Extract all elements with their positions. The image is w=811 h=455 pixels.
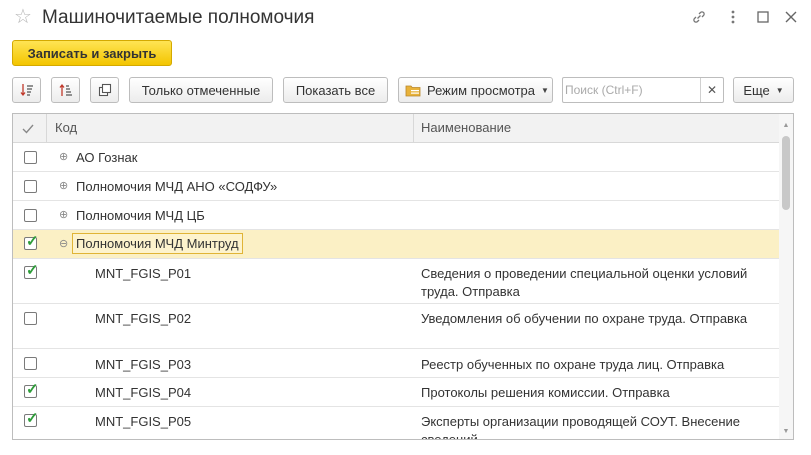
expand-plus-icon[interactable]: ⊕ — [59, 151, 68, 163]
mark-column-header-check-icon[interactable] — [21, 114, 35, 142]
row-code: Полномочия МЧД ЦБ — [76, 208, 205, 223]
favorite-star-icon[interactable]: ☆ — [14, 6, 32, 28]
title-bar: ☆ Машиночитаемые полномочия — [0, 0, 811, 36]
table-row[interactable]: ⊕ Полномочия МЧД ЦБ — [13, 201, 779, 230]
link-icon[interactable] — [690, 8, 708, 26]
row-name: Эксперты организации проводящей СОУТ. Вн… — [421, 414, 741, 440]
copy-icon — [98, 83, 111, 97]
row-code: MNT_FGIS_P04 — [95, 385, 192, 400]
close-icon[interactable] — [782, 8, 800, 26]
vertical-scrollbar[interactable]: ▲ ▼ — [779, 114, 793, 439]
row-checkbox[interactable] — [24, 209, 37, 222]
more-actions-icon[interactable] — [724, 8, 742, 26]
table-row[interactable]: MNT_FGIS_P03 Реестр обученных по охране … — [13, 349, 779, 378]
view-mode-icon — [405, 85, 421, 97]
view-mode-dropdown[interactable]: Режим просмотра ▼ — [398, 77, 553, 103]
row-code: MNT_FGIS_P01 — [95, 266, 192, 281]
window-title: Машиночитаемые полномочия — [42, 7, 315, 28]
row-checkbox[interactable]: ✓ — [24, 410, 39, 427]
more-button[interactable]: Еще ▼ — [733, 77, 794, 103]
expand-plus-icon[interactable]: ⊕ — [59, 180, 68, 192]
scroll-down-icon[interactable]: ▼ — [782, 428, 790, 435]
view-mode-label: Режим просмотра — [427, 82, 535, 98]
show-all-button[interactable]: Показать все — [283, 77, 388, 103]
row-name: Уведомления об обучении по охране труда.… — [421, 311, 748, 326]
row-checkbox[interactable]: ✓ — [24, 381, 39, 398]
row-checkbox[interactable] — [24, 180, 37, 193]
table-row[interactable]: ✓ MNT_FGIS_P04 Протоколы решения комисси… — [13, 378, 779, 407]
sort-descending-icon — [19, 84, 33, 97]
collapse-minus-icon[interactable]: ⊖ — [59, 238, 68, 250]
column-header-code[interactable]: Код — [55, 114, 77, 142]
more-button-label: Еще — [743, 82, 770, 98]
table-row[interactable]: MNT_FGIS_P02 Уведомления об обучении по … — [13, 304, 779, 349]
permissions-table: Код Наименование ⊕ АО Гознак ⊕ Полномочи… — [12, 113, 794, 440]
row-code: MNT_FGIS_P02 — [95, 311, 192, 326]
row-code: MNT_FGIS_P03 — [95, 357, 192, 372]
row-name: Сведения о проведении специальной оценки… — [421, 266, 748, 299]
row-checkbox[interactable]: ✓ — [24, 233, 39, 250]
maximize-icon[interactable] — [754, 8, 772, 26]
clear-search-icon[interactable]: ✕ — [700, 78, 723, 102]
chevron-down-icon: ▼ — [775, 85, 784, 95]
table-row[interactable]: ⊕ АО Гознак — [13, 143, 779, 172]
search-field[interactable]: ✕ — [562, 77, 724, 103]
checkmark-icon: ✓ — [26, 262, 39, 279]
scrollbar-thumb[interactable] — [782, 136, 790, 210]
save-and-close-button[interactable]: Записать и закрыть — [12, 40, 172, 66]
row-name: Протоколы решения комиссии. Отправка — [421, 385, 670, 400]
row-code: Полномочия МЧД Минтруд — [72, 233, 243, 254]
copy-button[interactable] — [90, 77, 119, 103]
column-header-name[interactable]: Наименование — [421, 114, 511, 142]
checkmark-icon: ✓ — [26, 410, 39, 427]
row-checkbox[interactable] — [24, 312, 37, 325]
row-checkbox[interactable]: ✓ — [24, 262, 39, 279]
row-checkbox[interactable] — [24, 151, 37, 164]
checkmark-icon: ✓ — [26, 381, 39, 398]
sort-ascending-icon — [58, 83, 72, 96]
column-separator — [46, 114, 47, 142]
row-code: MNT_FGIS_P05 — [95, 414, 192, 429]
chevron-down-icon: ▼ — [541, 85, 549, 95]
column-separator — [413, 114, 414, 142]
only-marked-button[interactable]: Только отмеченные — [129, 77, 273, 103]
row-code: АО Гознак — [76, 150, 138, 165]
table-row[interactable]: ⊕ Полномочия МЧД АНО «СОДФУ» — [13, 172, 779, 201]
table-row[interactable]: ✓ MNT_FGIS_P01 Сведения о проведении спе… — [13, 259, 779, 304]
table-row[interactable]: ✓ MNT_FGIS_P05 Эксперты организации пров… — [13, 407, 779, 440]
table-row-selected[interactable]: ✓ ⊖ Полномочия МЧД Минтруд — [13, 230, 779, 259]
sort-descending-button[interactable] — [12, 77, 41, 103]
scroll-up-icon[interactable]: ▲ — [782, 122, 790, 129]
search-input[interactable] — [565, 81, 695, 99]
row-name: Реестр обученных по охране труда лиц. От… — [421, 357, 725, 372]
table-header: Код Наименование — [13, 114, 779, 143]
checkmark-icon: ✓ — [26, 233, 39, 250]
expand-plus-icon[interactable]: ⊕ — [59, 209, 68, 221]
row-checkbox[interactable] — [24, 357, 37, 370]
row-code: Полномочия МЧД АНО «СОДФУ» — [76, 179, 278, 194]
sort-ascending-button[interactable] — [51, 77, 80, 103]
